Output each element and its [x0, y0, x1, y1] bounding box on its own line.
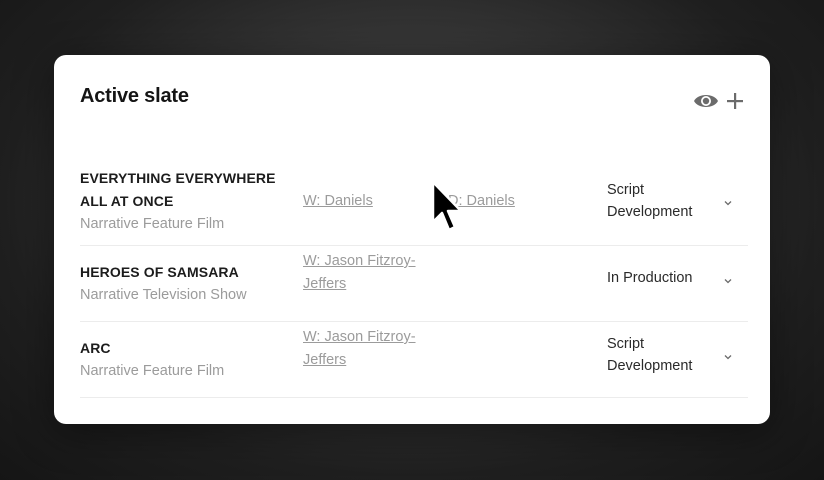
project-info: EVERYTHING EVERYWHERE ALL AT ONCE Narrat…: [80, 167, 295, 236]
writer-link[interactable]: W: Jason Fitzroy- Jeffers: [303, 250, 433, 296]
status-select[interactable]: Script Development: [607, 333, 717, 377]
writer-link[interactable]: W: Jason Fitzroy- Jeffers: [303, 326, 433, 372]
writer-link[interactable]: W: Daniels: [303, 190, 433, 213]
project-type: Narrative Television Show: [80, 287, 247, 303]
writer-link-line-1: W: Jason Fitzroy-: [303, 253, 416, 269]
plus-icon[interactable]: [726, 92, 744, 110]
project-row[interactable]: EVERYTHING EVERYWHERE ALL AT ONCE Narrat…: [80, 167, 748, 246]
writer-link-line-1: W: Jason Fitzroy-: [303, 329, 416, 345]
project-title: EVERYTHING EVERYWHERE: [80, 170, 276, 186]
chevron-down-icon[interactable]: [723, 352, 733, 362]
chevron-down-icon[interactable]: [723, 276, 733, 286]
project-info: ARC Narrative Feature Film: [80, 337, 295, 383]
writer-link-line-2: Jeffers: [303, 276, 347, 292]
status-select[interactable]: Script Development: [607, 179, 717, 223]
project-title: HEROES OF SAMSARA: [80, 264, 239, 280]
project-type: Narrative Feature Film: [80, 216, 225, 232]
eye-icon[interactable]: [693, 91, 719, 111]
project-row[interactable]: ARC Narrative Feature Film W: Jason Fitz…: [80, 321, 748, 398]
project-info: HEROES OF SAMSARA Narrative Television S…: [80, 261, 295, 307]
status-select[interactable]: In Production: [607, 267, 717, 289]
status-label-line-2: Development: [607, 204, 693, 220]
writer-link-line-2: Jeffers: [303, 352, 347, 368]
status-label: Script: [607, 182, 645, 198]
active-slate-card: Active slate EVERYTHING EVERYWHERE ALL A…: [54, 55, 770, 424]
director-link[interactable]: D: Daniels: [448, 190, 578, 213]
project-type: Narrative Feature Film: [80, 363, 225, 379]
card-title: Active slate: [80, 85, 189, 107]
project-title-line-2: ALL AT ONCE: [80, 193, 174, 209]
status-label-line-2: Development: [607, 358, 693, 374]
project-row[interactable]: HEROES OF SAMSARA Narrative Television S…: [80, 245, 748, 322]
project-title: ARC: [80, 340, 111, 356]
status-label: Script: [607, 336, 645, 352]
status-label: In Production: [607, 270, 693, 286]
chevron-down-icon[interactable]: [723, 198, 733, 208]
